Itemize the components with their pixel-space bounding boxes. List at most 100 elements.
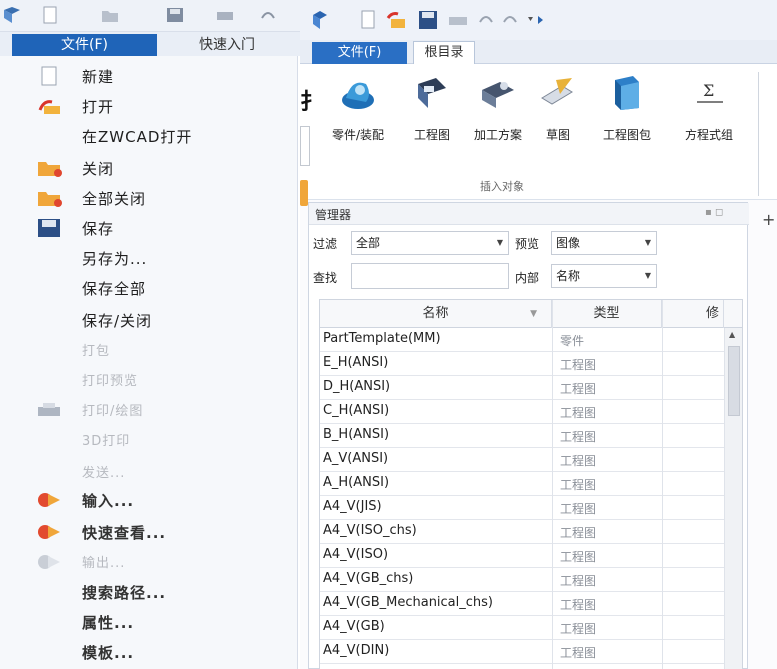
drawing-pack-icon [615, 76, 639, 110]
tab-file[interactable]: 文件(F) [312, 42, 407, 64]
right-ribbon-tabs: 文件(F) 根目录 [300, 40, 777, 64]
ribbon-button-drawing-pack[interactable]: 工程图包 [596, 74, 658, 164]
menu-item-save-close[interactable]: 保存/关闭 [36, 306, 286, 334]
menu-item-save[interactable]: 保存 [36, 214, 286, 242]
undo-icon[interactable] [478, 12, 494, 26]
preview-select[interactable]: 图像 ▼ [551, 231, 657, 255]
save-icon[interactable] [165, 6, 185, 24]
table-row[interactable]: E_H(ANSI) 工程图 [320, 352, 724, 376]
customize-dropdown-icon[interactable] [526, 14, 546, 26]
column-header-type[interactable]: 类型 [552, 300, 662, 328]
table-row[interactable]: PartTemplate(MM) 零件 [320, 328, 724, 352]
tab-root-directory[interactable]: 根目录 [413, 41, 475, 64]
ribbon-button-equation-set[interactable]: Σ 方程式组 [674, 74, 744, 164]
table-row[interactable]: A4_V(GB_chs) 工程图 [320, 568, 724, 592]
sort-icon: ▼ [530, 309, 537, 319]
table-row[interactable]: A4_V(GB) 工程图 [320, 616, 724, 640]
menu-item-label: 打印预览 [82, 374, 139, 389]
ribbon-button-machining-plan[interactable]: 加工方案 [468, 74, 528, 164]
cell-name: A4_V(ISO) [323, 547, 389, 562]
menu-item-save-as[interactable]: 另存为... [36, 244, 286, 272]
search-input[interactable] [351, 263, 509, 289]
menu-item-print-preview[interactable]: 打印预览 [36, 366, 286, 394]
ribbon-button-label: 草图 [545, 128, 570, 142]
open-folder-icon[interactable] [100, 6, 120, 24]
menu-item-3d-print[interactable]: 3D打印 [36, 426, 286, 454]
ribbon-button-sketch[interactable]: 草图 [536, 74, 580, 164]
menu-item-open-in-zwcad[interactable]: 在ZWCAD打开 [36, 122, 286, 150]
ribbon-button-part-assembly[interactable]: 零件/装配 [322, 74, 394, 164]
right-quick-access-toolbar [300, 0, 777, 40]
left-ribbon-tabs: 文件(F) 快速入门 [0, 32, 300, 56]
table-row[interactable]: B_H(ANSI) 工程图 [320, 424, 724, 448]
undo-icon[interactable] [258, 6, 278, 24]
table-row[interactable]: D_H(ANSI) 工程图 [320, 376, 724, 400]
menu-item-save-all[interactable]: 保存全部 [36, 274, 286, 302]
scrollbar-thumb[interactable] [728, 346, 740, 416]
ribbon-edge-text: 扌 [300, 90, 323, 115]
save-icon [38, 219, 60, 237]
column-header-modified[interactable]: 修 [662, 300, 724, 328]
partial-folder-icon [300, 180, 308, 206]
menu-item-properties[interactable]: 属性... [36, 608, 286, 636]
table-header: 名称 ▼ 类型 修 [320, 300, 742, 328]
cell-type: 工程图 [560, 502, 597, 516]
menu-item-print-plot[interactable]: 打印/绘图 [36, 396, 286, 424]
menu-item-label: 保存/关闭 [82, 312, 153, 330]
menu-item-label: 输入... [82, 492, 135, 510]
save-icon[interactable] [418, 10, 438, 30]
menu-item-open[interactable]: 打开 [36, 92, 286, 120]
cell-type: 工程图 [560, 478, 597, 492]
scope-select-value: 名称 [556, 269, 581, 283]
filter-select[interactable]: 全部 ▼ [351, 231, 509, 255]
new-file-icon[interactable] [40, 6, 60, 24]
table-row[interactable]: A_V(ANSI) 工程图 [320, 448, 724, 472]
menu-item-close[interactable]: 关闭 [36, 154, 286, 182]
ribbon-divider [758, 72, 759, 196]
sketch-icon [541, 78, 573, 105]
menu-item-send[interactable]: 发送... [36, 458, 286, 486]
menu-item-label: 输出... [82, 556, 126, 571]
menu-item-pack[interactable]: 打包 [36, 336, 286, 364]
open-file-icon[interactable] [386, 10, 406, 30]
table-row[interactable]: A4_V(DIN) 工程图 [320, 640, 724, 664]
close-all-icon [38, 192, 62, 207]
app-logo-icon [4, 7, 20, 23]
print-icon[interactable] [215, 6, 235, 24]
panel-pin-icon[interactable]: ▪ ◻ [705, 207, 723, 218]
app-logo-icon [313, 11, 327, 29]
menu-item-label: 发送... [82, 466, 126, 481]
cell-type: 工程图 [560, 550, 597, 564]
menu-item-import[interactable]: 输入... [36, 486, 286, 514]
drawing-icon [418, 78, 446, 108]
vertical-scrollbar[interactable]: ▲ [724, 328, 742, 669]
table-row[interactable]: A_H(ANSI) 工程图 [320, 472, 724, 496]
column-header-name[interactable]: 名称 ▼ [320, 300, 552, 328]
tab-file[interactable]: 文件(F) [12, 34, 157, 56]
tab-quick-start[interactable]: 快速入门 [172, 34, 282, 56]
add-icon[interactable]: + [762, 210, 775, 229]
scroll-up-icon[interactable]: ▲ [729, 330, 735, 339]
table-row[interactable]: A4_V(ISO) 工程图 [320, 544, 724, 568]
print-icon[interactable] [448, 12, 468, 28]
scope-select[interactable]: 名称 ▼ [551, 264, 657, 288]
menu-item-export[interactable]: 输出... [36, 548, 286, 576]
redo-icon[interactable] [502, 12, 518, 26]
cell-name: B_H(ANSI) [323, 427, 390, 442]
table-row[interactable]: A4_V(JIS) 工程图 [320, 496, 724, 520]
manager-panel: 管理器 ▪ ◻ 过滤 全部 ▼ 预览 图像 ▼ 查找 内部 名称 ▼ 名称 ▼ … [308, 202, 749, 669]
table-row[interactable]: A4_V(GB_Mechanical_chs) 工程图 [320, 592, 724, 616]
new-file-icon[interactable] [360, 10, 376, 30]
export-icon [38, 555, 60, 569]
menu-item-quick-view[interactable]: 快速查看... [36, 518, 286, 546]
menu-item-search-path[interactable]: 搜索路径... [36, 578, 286, 606]
menu-item-templates[interactable]: 模板... [36, 638, 286, 666]
table-row[interactable]: C_H(ANSI) 工程图 [320, 400, 724, 424]
open-folder-icon [38, 100, 60, 114]
ribbon-button-drawing[interactable]: 工程图 [404, 74, 460, 164]
ribbon-button-label: 零件/装配 [331, 128, 385, 142]
chevron-down-icon: ▼ [644, 271, 651, 280]
menu-item-close-all[interactable]: 全部关闭 [36, 184, 286, 212]
table-row[interactable]: A4_V(ISO_chs) 工程图 [320, 520, 724, 544]
menu-item-new[interactable]: 新建 [36, 62, 286, 90]
